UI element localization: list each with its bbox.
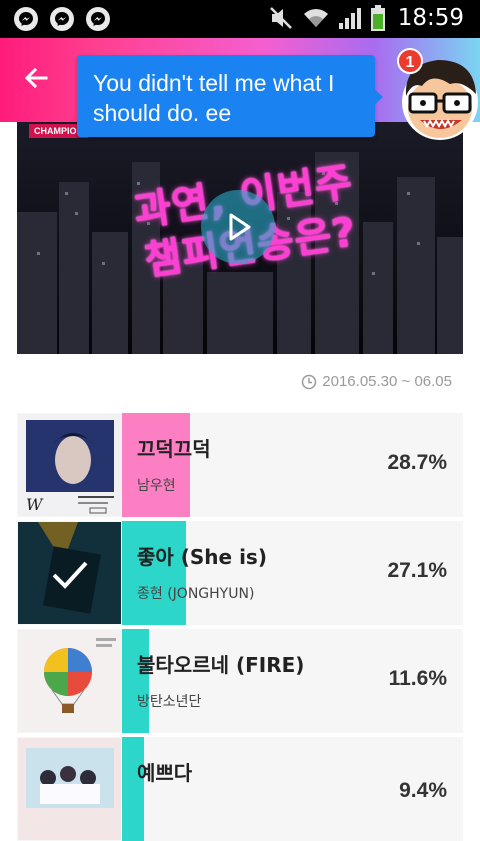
- song-artist: 방탄소년단: [137, 694, 202, 710]
- album-art: [18, 738, 121, 840]
- checkmark-icon: [52, 561, 88, 589]
- video-thumbnail[interactable]: CHAMPION 과연, 이번주 챔피언송은?: [17, 122, 463, 354]
- vote-bar: [122, 521, 186, 625]
- vote-percent: 9.4%: [399, 779, 447, 802]
- song-title: 좋아 (She is): [137, 545, 267, 569]
- svg-text:W: W: [26, 495, 44, 514]
- signal-icon: [338, 8, 361, 29]
- ranking-row[interactable]: W 끄덕끄덕 남우현 28.7%: [17, 413, 463, 517]
- battery-icon: [370, 5, 385, 31]
- vote-percent: 28.7%: [387, 451, 447, 474]
- ranking-row[interactable]: 불타오르네 (FIRE) 방탄소년단 11.6%: [17, 629, 463, 733]
- album-art: W: [18, 414, 121, 516]
- play-icon: [229, 213, 251, 241]
- vote-bar: [122, 629, 149, 733]
- vote-percent: 11.6%: [388, 667, 447, 690]
- toast-tail: [373, 88, 383, 106]
- album-art: [18, 522, 121, 624]
- ranking-row[interactable]: 예쁘다 9.4%: [17, 737, 463, 841]
- messenger-icon: [50, 7, 74, 31]
- notification-icons: [14, 7, 110, 31]
- song-title: 끄덕끄덕: [137, 437, 211, 461]
- vote-bar: [122, 737, 144, 841]
- album-art: [18, 630, 121, 732]
- back-button[interactable]: [22, 64, 58, 96]
- song-artist: 남우현: [137, 478, 176, 494]
- mute-icon: [269, 7, 292, 29]
- notification-badge: 1: [397, 48, 423, 74]
- messenger-icon: [86, 7, 110, 31]
- song-artist: 종현 (JONGHYUN): [137, 586, 255, 602]
- song-title: 예쁘다: [137, 761, 193, 785]
- messenger-icon: [14, 7, 38, 31]
- song-title: 불타오르네 (FIRE): [137, 653, 305, 677]
- arrow-left-icon: [24, 67, 48, 89]
- vote-bar: [122, 413, 190, 517]
- vote-percent: 27.1%: [387, 559, 447, 582]
- clock-icon: [302, 374, 317, 389]
- clock-time: 18:59: [397, 5, 464, 31]
- ranking-row[interactable]: 좋아 (She is) 종현 (JONGHYUN) 27.1%: [17, 521, 463, 625]
- system-icons: 18:59: [268, 4, 464, 32]
- wifi-icon: [303, 9, 328, 27]
- vote-period: 2016.05.30 ~ 06.05: [301, 373, 452, 390]
- status-bar: 18:59: [0, 0, 480, 38]
- period-text: 2016.05.30 ~ 06.05: [322, 373, 452, 390]
- play-button[interactable]: [201, 190, 275, 264]
- chat-toast[interactable]: You didn't tell me what I should do. ee: [77, 55, 375, 137]
